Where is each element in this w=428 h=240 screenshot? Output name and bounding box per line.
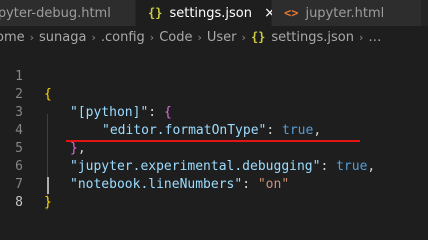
code-line: 4 }, <box>0 104 428 156</box>
code-line: 2 "[python]": { <box>0 68 428 120</box>
tab-bar: jupyter-debug.html {} settings.json × <>… <box>0 0 428 26</box>
code-line: 7 } <box>0 158 428 210</box>
chevron-right-icon: › <box>149 30 155 44</box>
breadcrumb-file[interactable]: settings.json <box>271 30 354 45</box>
html-icon: <> <box>284 6 299 20</box>
editor-window: jupyter-debug.html {} settings.json × <>… <box>0 0 428 211</box>
code-line: 3 "editor.formatOnType": true, <box>0 86 428 138</box>
tab-settings-json[interactable]: {} settings.json × <box>136 0 276 26</box>
tab-jupyter-debug-html[interactable]: jupyter-debug.html <box>0 0 136 26</box>
code-line: 8 <box>0 176 428 210</box>
chevron-right-icon: › <box>29 30 35 44</box>
breadcrumb-item[interactable]: User <box>207 30 237 45</box>
chevron-right-icon: › <box>91 30 96 44</box>
chevron-right-icon: › <box>241 30 246 44</box>
json-icon: {} <box>250 30 266 44</box>
breadcrumb: ome › sunaga › .config › Code › User › {… <box>0 26 428 48</box>
breadcrumb-item[interactable]: .config <box>101 30 145 45</box>
breadcrumb-more[interactable]: … <box>368 30 381 45</box>
json-icon: {} <box>148 6 163 20</box>
code-line: 6 "notebook.lineNumbers": "on" <box>0 140 428 192</box>
breadcrumb-item[interactable]: sunaga <box>39 30 86 45</box>
chevron-right-icon: › <box>197 30 202 44</box>
code-editor[interactable]: 1 { 2 "[python]": { 3 "editor.formatOnTy… <box>0 48 428 211</box>
breadcrumb-item[interactable]: Code <box>159 30 192 45</box>
breadcrumb-item[interactable]: ome <box>0 30 25 45</box>
tab-label: jupyter-debug.html <box>0 5 111 21</box>
code-line: 5 "jupyter.experimental.debugging": true… <box>0 122 428 174</box>
tab-jupyter-html[interactable]: <> jupyter.html <box>272 0 422 26</box>
tab-label: settings.json <box>169 5 253 21</box>
tab-label: jupyter.html <box>305 5 385 21</box>
text-cursor <box>47 177 49 194</box>
line-number: 8 <box>15 195 23 210</box>
chevron-right-icon: › <box>358 30 364 44</box>
code-line: 1 { <box>0 50 428 102</box>
